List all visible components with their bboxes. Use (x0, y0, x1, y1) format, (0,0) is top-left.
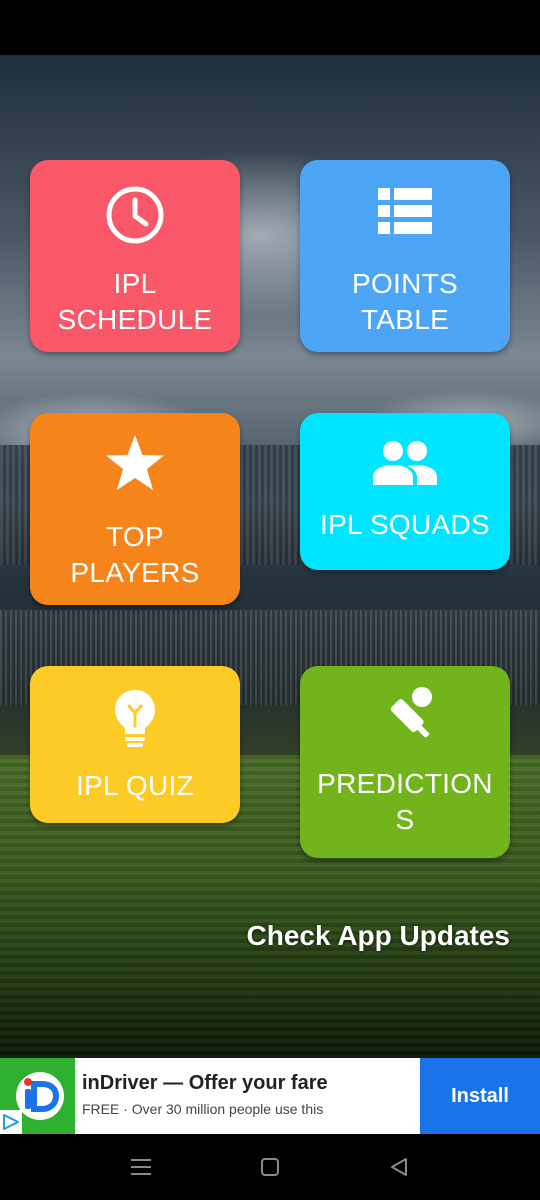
star-icon (106, 435, 164, 490)
ad-choices-icon[interactable] (0, 1110, 22, 1134)
install-button[interactable]: Install (420, 1058, 540, 1134)
menu-icon[interactable] (128, 1154, 154, 1180)
cricket-bat-ball-icon (390, 687, 432, 738)
ad-subtitle: FREE · Over 30 million people use this (82, 1101, 324, 1117)
ad-banner[interactable]: inDriver — Offer your fare FREE · Over 3… (0, 1058, 540, 1134)
back-triangle-icon[interactable] (386, 1154, 412, 1180)
lightbulb-icon (115, 690, 155, 747)
tile-label: TOP PLAYERS (70, 521, 200, 588)
tile-label: POINTS TABLE (351, 268, 459, 335)
ad-title: inDriver — Offer your fare (82, 1072, 328, 1094)
clock-icon (106, 186, 164, 244)
tile-label: IPL QUIZ (75, 770, 195, 801)
tile-predictions[interactable]: PREDICTIONS (300, 666, 510, 858)
tile-ipl-quiz[interactable]: IPL QUIZ (30, 666, 240, 823)
group-icon (373, 441, 437, 485)
status-bar (0, 0, 540, 55)
check-app-updates-link[interactable]: Check App Updates (247, 920, 510, 952)
tile-label: IPL SCHEDULE (57, 268, 213, 335)
tile-label: IPL SQUADS (319, 509, 490, 540)
tile-ipl-squads[interactable]: IPL SQUADS (300, 413, 510, 570)
navigation-bar (0, 1134, 540, 1200)
tile-label: PREDICTIONS (317, 768, 493, 835)
list-table-icon (378, 188, 432, 234)
tile-top-players[interactable]: TOP PLAYERS (30, 413, 240, 605)
home-square-icon[interactable] (257, 1154, 283, 1180)
tile-points-table[interactable]: POINTS TABLE (300, 160, 510, 352)
tile-ipl-schedule[interactable]: IPL SCHEDULE (30, 160, 240, 352)
